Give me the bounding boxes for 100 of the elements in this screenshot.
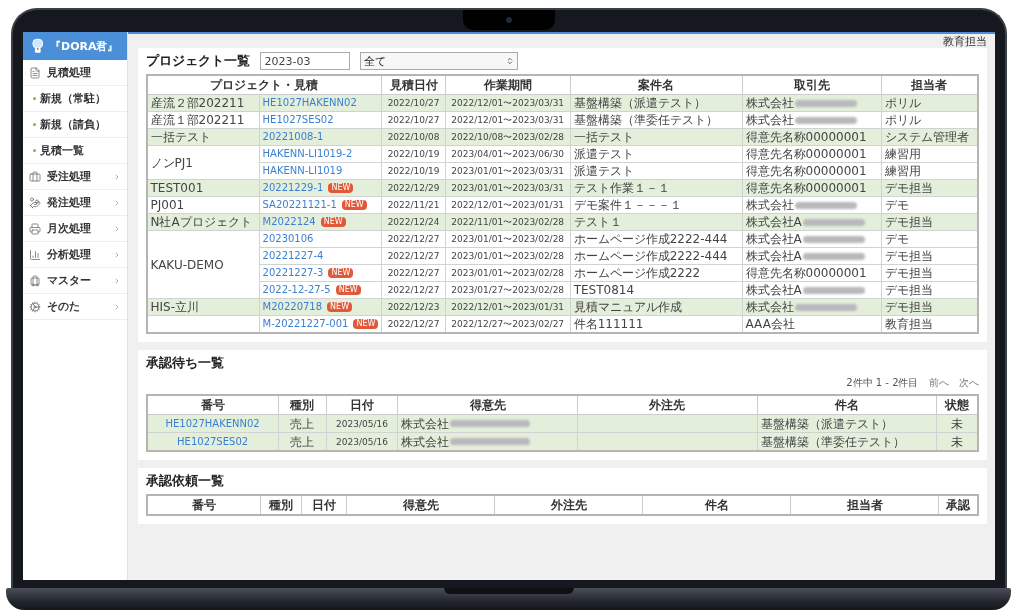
date-cell: 2022/12/27	[381, 230, 446, 248]
title-cell: ホームページ作成2222-444	[570, 230, 743, 248]
user-name: 教育担当	[942, 33, 987, 49]
date-cell: 2022/12/27	[381, 264, 446, 282]
project-cell: HIS-立川	[146, 298, 260, 316]
sidebar-item[interactable]: マスター	[22, 268, 127, 294]
title-cell: 見積マニュアル作成	[570, 298, 743, 316]
bar-chart-icon	[28, 248, 41, 261]
new-badge: NEW	[320, 217, 346, 227]
date-cell: 2022/10/08	[381, 128, 446, 146]
logo-text: 『DORA君』	[50, 38, 119, 54]
sidebar-item[interactable]: そのた	[22, 294, 127, 320]
estimate-link[interactable]: 20221227-3	[262, 265, 324, 281]
luggage-icon	[28, 274, 41, 287]
date-cell: 2022/12/23	[381, 298, 446, 316]
project-cell: TEST001	[146, 179, 260, 197]
person-cell: システム管理者	[881, 128, 978, 146]
sidebar-item[interactable]: 分析処理	[22, 242, 127, 268]
title-cell: 派遣テスト	[570, 162, 743, 180]
column-header: 状態	[936, 395, 978, 415]
date-cell: 2022/12/27	[381, 281, 446, 299]
project-cell: PJ001	[146, 196, 260, 214]
sidebar-subitem[interactable]: 見積一覧	[22, 138, 127, 164]
client-name: 得意先名称00000001	[745, 129, 867, 145]
title-cell: ホームページ作成2222-444	[570, 247, 743, 265]
column-header: 件名	[642, 495, 791, 515]
sidebar-item[interactable]: 受注処理	[22, 164, 127, 190]
new-badge: NEW	[327, 302, 353, 312]
period-cell: 2023/01/01〜2023/03/31	[445, 162, 571, 180]
period-cell: 2023/01/27〜2023/02/28	[445, 281, 571, 299]
date-cell: 2022/12/29	[381, 179, 446, 197]
new-badge: NEW	[328, 183, 354, 193]
person-cell: デモ担当	[881, 213, 978, 231]
project-cell: 一括テスト	[146, 128, 260, 146]
column-header: 外注先	[494, 495, 643, 515]
sidebar-subitem[interactable]: 新規（常駐）	[22, 86, 127, 112]
document-icon	[28, 66, 41, 79]
title-cell: 派遣テスト	[570, 145, 743, 163]
title-cell: デモ案件１－－－１	[570, 196, 743, 214]
column-header: 担当者	[790, 495, 939, 515]
next-link[interactable]: 次へ	[958, 376, 979, 390]
select-arrow-icon	[505, 57, 514, 65]
period-cell: 2023/04/01〜2023/06/30	[445, 145, 571, 163]
column-header: 案件名	[570, 75, 743, 95]
month-field[interactable]: 2023-03	[259, 52, 350, 70]
project-cell: N社Aプロジェクト	[146, 213, 260, 231]
client-name: 株式会社	[745, 299, 794, 315]
printer-icon	[28, 222, 41, 235]
new-badge: NEW	[341, 200, 367, 210]
client-name: 株式会社A	[745, 214, 802, 230]
person-cell: ポリル	[881, 94, 978, 112]
person-cell: ポリル	[881, 111, 978, 129]
column-header: 番号	[146, 495, 261, 515]
sidebar-item[interactable]: 見積処理	[22, 60, 127, 86]
estimate-link[interactable]: 20221229-1	[262, 180, 324, 196]
project-cell: 産流２部202211	[146, 94, 260, 112]
date-cell: 2022/11/21	[381, 196, 446, 214]
status-select[interactable]: 全て	[359, 52, 518, 70]
title-cell: テスト１	[570, 213, 743, 231]
prev-link[interactable]: 前へ	[928, 376, 949, 390]
column-header: 外注先	[577, 395, 758, 415]
estimate-link[interactable]: M2022124	[262, 214, 316, 230]
period-cell: 2022/12/01〜2023/03/31	[445, 111, 571, 129]
estimate-link[interactable]: M-20221227-001	[262, 316, 349, 332]
period-cell: 2023/01/01〜2023/02/28	[445, 247, 571, 265]
sidebar-subitem[interactable]: 新規（請負）	[22, 112, 127, 138]
client-name: 株式会社A	[745, 248, 802, 264]
app-logo[interactable]: 『DORA君』	[22, 32, 127, 60]
estimate-link[interactable]: 2022-12-27-5	[262, 282, 331, 298]
column-header: 得意先	[397, 395, 578, 415]
client-name: 得意先名称00000001	[745, 180, 867, 196]
client-name: 株式会社	[745, 197, 794, 213]
new-badge: NEW	[353, 319, 379, 329]
project-cell: KAKU-DEMO	[146, 230, 260, 299]
person-cell: 練習用	[881, 162, 978, 180]
result-count: 2件中 1 - 2件目	[846, 376, 919, 390]
panel-title: プロジェクト一覧	[145, 52, 250, 70]
column-header: 作業期間	[445, 75, 571, 95]
type-cell: 売上	[278, 414, 327, 433]
column-header: 番号	[146, 395, 279, 415]
client-name: 得意先名称00000001	[745, 146, 867, 162]
client-name: 得意先名称00000001	[745, 265, 867, 281]
sidebar-item[interactable]: 発注処理	[22, 190, 127, 216]
period-cell: 2022/12/01〜2023/01/31	[445, 298, 571, 316]
title-cell: 一括テスト	[570, 128, 743, 146]
sidebar-item[interactable]: 月次処理	[22, 216, 127, 242]
period-cell: 2022/12/01〜2023/03/31	[445, 94, 571, 112]
person-cell: デモ担当	[881, 298, 978, 316]
briefcase-icon	[28, 170, 41, 183]
estimate-link[interactable]: M20220718	[262, 299, 323, 315]
title-cell: TEST0814	[570, 281, 743, 299]
date-cell: 2022/10/27	[381, 111, 446, 129]
period-cell: 2022/12/01〜2023/01/31	[445, 196, 571, 214]
client-name: 株式会社A	[745, 282, 802, 298]
period-cell: 2023/01/01〜2023/02/28	[445, 230, 571, 248]
column-header: プロジェクト・見積	[146, 75, 382, 95]
title-cell: 基盤構築（準委任テスト）	[570, 111, 743, 129]
new-badge: NEW	[328, 268, 354, 278]
column-header: 種別	[260, 495, 302, 515]
estimate-link[interactable]: SA20221121-1	[262, 197, 337, 213]
